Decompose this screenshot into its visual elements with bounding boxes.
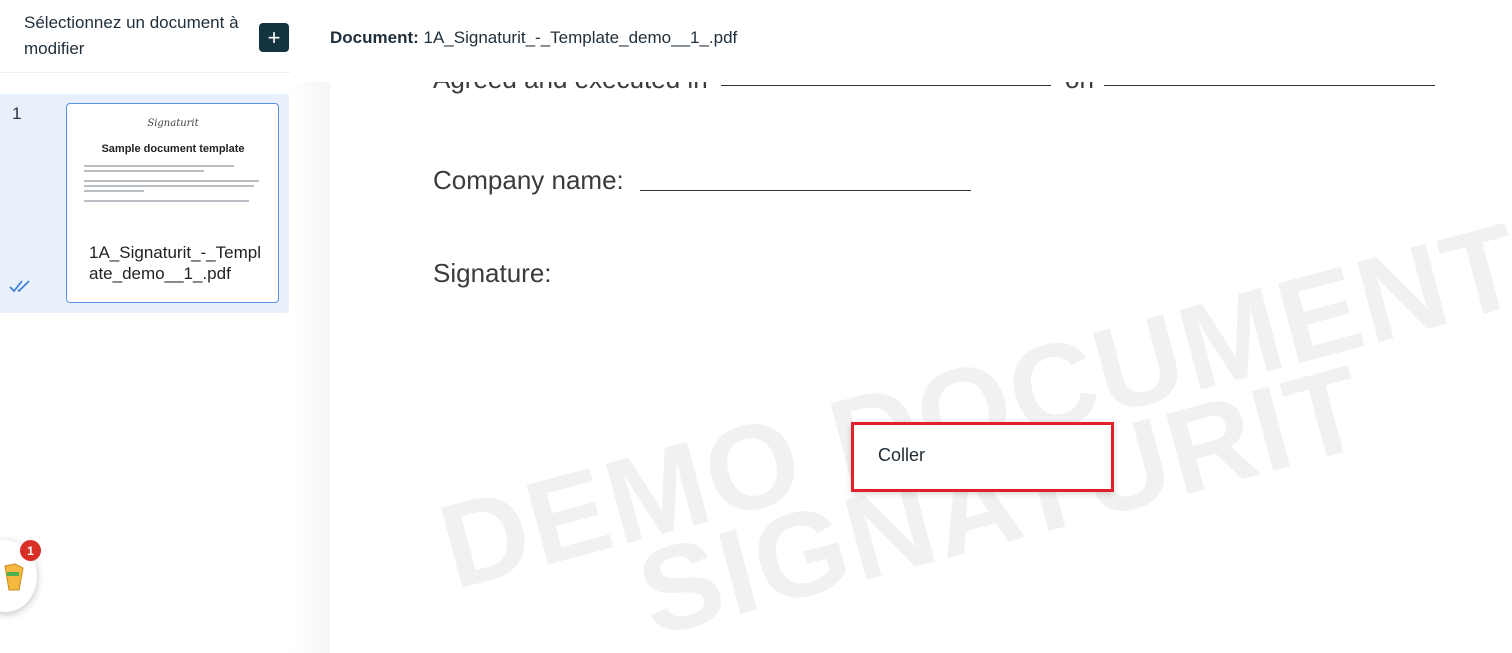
thumbnail-logo: Signaturit <box>147 118 199 129</box>
thumbnail-title: Sample document template <box>101 143 245 155</box>
thumbnail-text-line <box>84 190 144 192</box>
thumbnail-text-line <box>84 180 259 182</box>
thumbnail-text-line <box>84 200 249 202</box>
thumbnail-text-line <box>84 185 254 187</box>
date-line <box>1104 85 1435 86</box>
sidebar-title: Sélectionnez un document à modifier <box>24 13 239 58</box>
add-document-button[interactable]: + <box>259 23 289 52</box>
thumbnail-text-line <box>84 170 204 172</box>
plus-icon: + <box>267 24 281 50</box>
company-name-line <box>640 190 971 191</box>
agreed-label: Agreed and executed in <box>433 82 708 95</box>
paste-menu-item[interactable]: Coller <box>878 445 925 466</box>
sidebar: Sélectionnez un document à modifier + 1 … <box>0 0 290 653</box>
thumbnail-text-line <box>84 165 234 167</box>
document-label: Document: <box>330 28 419 47</box>
viewer-gutter <box>290 82 330 653</box>
place-line <box>721 85 1051 86</box>
document-header: Document: 1A_Signaturit_-_Template_demo_… <box>330 28 737 48</box>
notification-badge: 1 <box>20 540 41 561</box>
document-thumbnail: Signaturit Sample document template <box>79 114 267 224</box>
document-filename: 1A_Signaturit_-_Template_demo__1_.pdf <box>89 243 261 283</box>
signature-label: Signature: <box>433 258 552 288</box>
company-name-label: Company name: <box>433 165 624 195</box>
document-filename-header: 1A_Signaturit_-_Template_demo__1_.pdf <box>423 28 738 47</box>
context-menu: Coller <box>851 422 1114 492</box>
document-list-item[interactable]: 1 Signaturit Sample document template 1A… <box>0 94 289 313</box>
double-check-icon <box>9 280 30 293</box>
on-label: on <box>1065 82 1094 95</box>
document-page[interactable]: DEMO DOCUMENT SIGNATURIT Agreed and exec… <box>330 82 1512 653</box>
document-card[interactable]: Signaturit Sample document template 1A_S… <box>66 103 279 303</box>
sidebar-header: Sélectionnez un document à modifier + <box>0 0 290 73</box>
document-index: 1 <box>12 104 22 123</box>
widget-icon <box>4 563 24 591</box>
